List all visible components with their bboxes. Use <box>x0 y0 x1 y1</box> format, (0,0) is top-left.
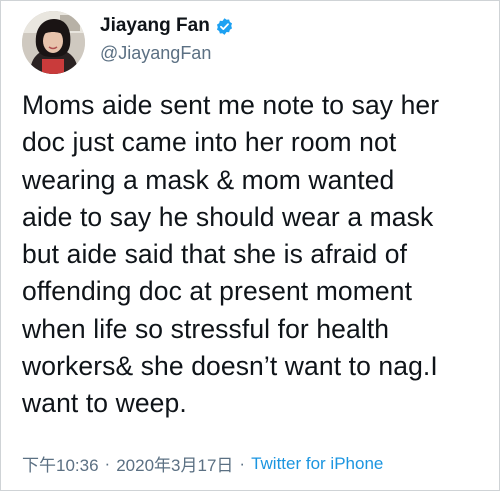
tweet-meta: 下午10:36 · 2020年3月17日 · Twitter for iPhon… <box>22 451 383 476</box>
tweet-text-line: but aide said that she is afraid of <box>22 239 408 270</box>
meta-separator: · <box>104 453 111 473</box>
tweet-text-line: wearing a mask & mom wanted <box>22 164 395 195</box>
avatar[interactable] <box>22 11 85 74</box>
tweet-text-line: workers& she doesn’t want to nag.I <box>22 351 438 382</box>
name-row: Jiayang Fan <box>100 15 234 37</box>
meta-separator: · <box>239 453 246 473</box>
tweet-text-line: Moms aide sent me note to say her <box>22 90 440 120</box>
tweet-text-line: doc just came into her room not <box>22 127 397 158</box>
tweet-text: Moms aide sent me note to say her doc ju… <box>22 87 492 423</box>
tweet-time[interactable]: 下午10:36 <box>22 451 99 476</box>
user-handle[interactable]: @JiayangFan <box>100 43 211 64</box>
tweet-card: Jiayang Fan @JiayangFan Moms aide sent m… <box>0 0 500 491</box>
tweet-text-line: offending doc at present moment <box>22 276 413 307</box>
display-name[interactable]: Jiayang Fan <box>100 15 210 37</box>
tweet-text-line: want to weep. <box>22 388 187 419</box>
tweet-text-line: aide to say he should wear a mask <box>22 201 434 232</box>
tweet-date[interactable]: 2020年3月17日 <box>116 451 233 476</box>
tweet-source-link[interactable]: Twitter for iPhone <box>251 454 383 474</box>
verified-badge-icon <box>215 17 234 36</box>
tweet-text-line: when life so stressful for health <box>22 313 390 344</box>
